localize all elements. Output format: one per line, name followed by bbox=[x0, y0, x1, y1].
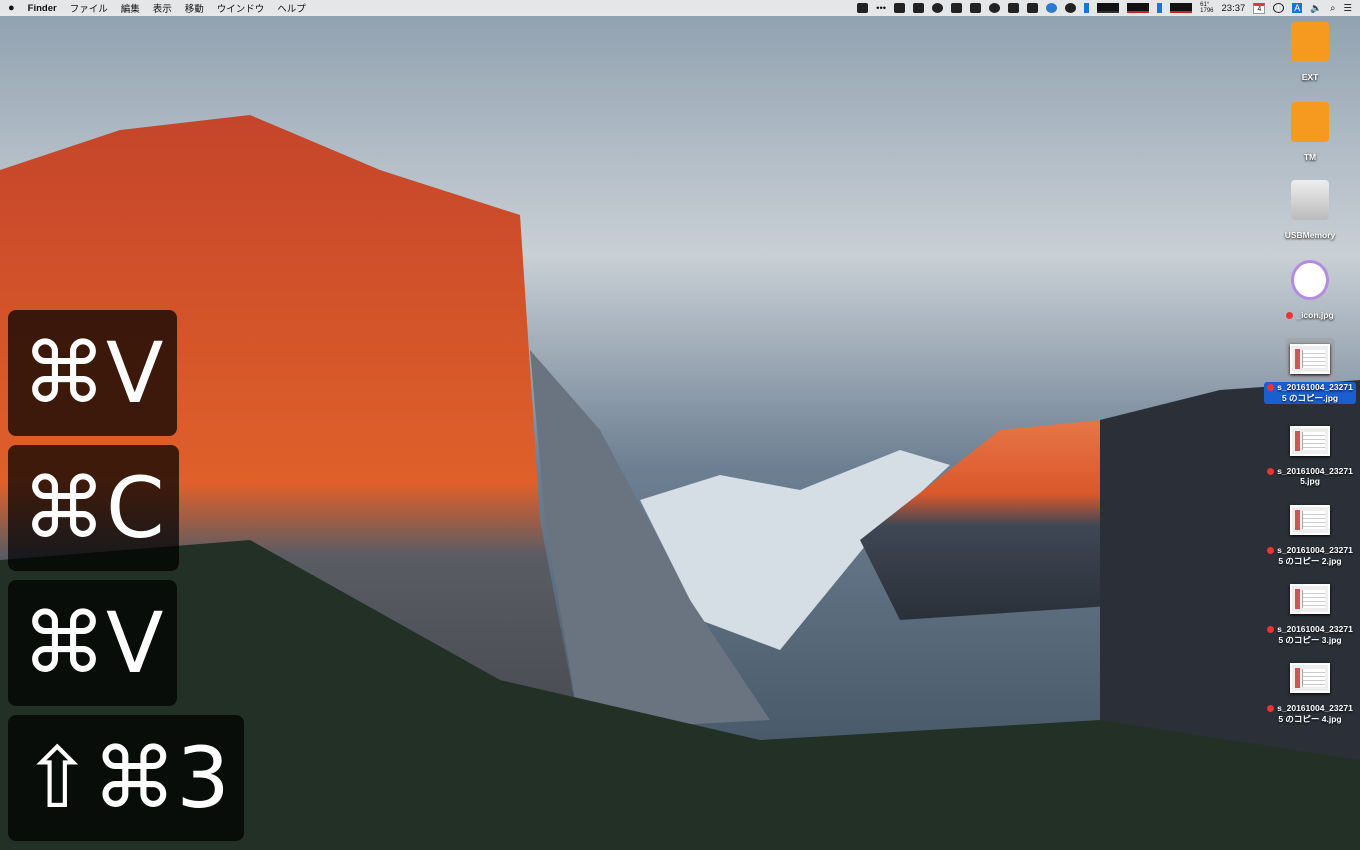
desktop-icon-file[interactable]: s_20161004_232715 のコピー 4.jpg bbox=[1260, 663, 1360, 725]
icon-label-text: s_20161004_232715 のコピー 3.jpg bbox=[1277, 624, 1353, 645]
input-source-icon[interactable]: A bbox=[1292, 3, 1303, 13]
image-thumbnail-icon bbox=[1291, 260, 1329, 300]
red-tag-icon bbox=[1267, 547, 1275, 555]
menu-edit[interactable]: 編集 bbox=[121, 1, 140, 15]
red-tag-icon bbox=[1286, 312, 1294, 320]
desktop-icon-file[interactable]: s_20161004_232715 のコピー 2.jpg bbox=[1260, 505, 1360, 567]
network-meter-icon[interactable] bbox=[1127, 3, 1150, 13]
menu-window[interactable]: ウインドウ bbox=[217, 1, 265, 15]
disk-activity-icon[interactable] bbox=[1170, 3, 1193, 13]
external-drive-icon bbox=[1291, 22, 1329, 62]
icon-label: s_20161004_232715 のコピー 3.jpg bbox=[1266, 624, 1354, 646]
external-drive-icon bbox=[1291, 102, 1329, 142]
red-tag-icon bbox=[1267, 705, 1275, 713]
screenshot-thumbnail-icon bbox=[1290, 584, 1330, 614]
screenshot-thumbnail-icon bbox=[1290, 505, 1330, 535]
icon-label-text: s_20161004_232715 のコピー.jpg bbox=[1277, 382, 1353, 403]
kana-icon[interactable] bbox=[1273, 3, 1285, 13]
keystroke-overlay-paste: ⌘V bbox=[8, 580, 178, 706]
more-icon[interactable]: ••• bbox=[876, 3, 886, 14]
icon-label: s_20161004_232715.jpg bbox=[1266, 466, 1354, 486]
desktop-icon-file[interactable]: s_20161004_232715 のコピー 3.jpg bbox=[1260, 584, 1360, 646]
keycastr-icon[interactable] bbox=[857, 3, 869, 13]
dropbox-icon[interactable] bbox=[970, 3, 982, 13]
menu-go[interactable]: 移動 bbox=[185, 1, 204, 15]
memory-meter-icon[interactable] bbox=[1084, 3, 1090, 13]
desktop-icon-tm[interactable]: TM bbox=[1260, 102, 1360, 162]
menu-help[interactable]: ヘルプ bbox=[277, 1, 306, 15]
desktop-icon-image[interactable]: _icon.jpg bbox=[1260, 260, 1360, 320]
sensor-stats[interactable]: 61° 1796 bbox=[1200, 2, 1213, 14]
trash-icon[interactable] bbox=[894, 3, 906, 13]
icon-label-text: s_20161004_232715 のコピー 4.jpg bbox=[1277, 703, 1353, 724]
icon-label: s_20161004_232715 のコピー 2.jpg bbox=[1266, 545, 1354, 567]
keystroke-overlay-paste: ⌘V bbox=[8, 310, 178, 436]
screenshot-thumbnail-icon bbox=[1290, 344, 1330, 374]
volume-icon[interactable]: 🔈 bbox=[1310, 3, 1322, 14]
cloud-icon[interactable] bbox=[932, 3, 944, 13]
apple-menu-icon[interactable]: ● bbox=[8, 2, 15, 14]
red-tag-icon bbox=[1267, 384, 1275, 392]
pin-icon[interactable] bbox=[1027, 3, 1039, 13]
menu-bar: ● Finder ファイル 編集 表示 移動 ウインドウ ヘルプ ••• 61°… bbox=[0, 0, 1360, 16]
screenshot-thumbnail-icon bbox=[1290, 426, 1330, 456]
app-icon[interactable] bbox=[951, 3, 963, 13]
red-tag-icon bbox=[1267, 626, 1275, 634]
icon-label: _icon.jpg bbox=[1260, 310, 1360, 320]
menu-file[interactable]: ファイル bbox=[70, 1, 108, 15]
red-tag-icon bbox=[1267, 468, 1275, 476]
icon-label: USBMemory bbox=[1284, 230, 1336, 240]
icon-label-text: _icon.jpg bbox=[1296, 310, 1334, 320]
time-machine-icon[interactable] bbox=[1065, 3, 1077, 13]
desktop-icon-file[interactable]: s_20161004_232715.jpg bbox=[1260, 426, 1360, 486]
icon-label-text: s_20161004_232715 のコピー 2.jpg bbox=[1277, 545, 1353, 566]
spotlight-icon[interactable]: ⌕ bbox=[1330, 3, 1335, 14]
menu-app-finder[interactable]: Finder bbox=[28, 3, 57, 14]
icon-label: s_20161004_232715 のコピー 4.jpg bbox=[1266, 703, 1354, 725]
sync-icon[interactable] bbox=[989, 3, 1001, 13]
disk-meter-icon[interactable] bbox=[1157, 3, 1163, 13]
desktop-icon-usbmemory[interactable]: USBMemory bbox=[1260, 180, 1360, 240]
usb-drive-icon bbox=[1291, 180, 1329, 220]
notification-center-icon[interactable]: ☰ bbox=[1343, 3, 1352, 14]
keystroke-overlay-screenshot: ⇧⌘3 bbox=[8, 715, 244, 841]
icon-label: EXT bbox=[1301, 72, 1319, 82]
screenshot-thumbnail-icon bbox=[1290, 663, 1330, 693]
evernote-icon[interactable] bbox=[1046, 3, 1058, 13]
icon-label: TM bbox=[1303, 152, 1317, 162]
html5-icon[interactable] bbox=[1008, 3, 1020, 13]
keystroke-overlay-copy: ⌘C bbox=[8, 445, 179, 571]
desktop-icon-ext[interactable]: EXT bbox=[1260, 22, 1360, 82]
clock[interactable]: 23:37 bbox=[1222, 3, 1246, 14]
desktop-icon-file-selected[interactable]: s_20161004_232715 のコピー.jpg bbox=[1260, 338, 1360, 404]
calendar-icon[interactable]: 4 bbox=[1253, 2, 1266, 14]
icon-label-text: s_20161004_232715.jpg bbox=[1277, 466, 1353, 486]
cpu-meter-icon[interactable] bbox=[1097, 3, 1120, 13]
icon-label: s_20161004_232715 のコピー.jpg bbox=[1264, 382, 1356, 404]
download-icon[interactable] bbox=[913, 3, 925, 13]
menu-view[interactable]: 表示 bbox=[153, 1, 172, 15]
